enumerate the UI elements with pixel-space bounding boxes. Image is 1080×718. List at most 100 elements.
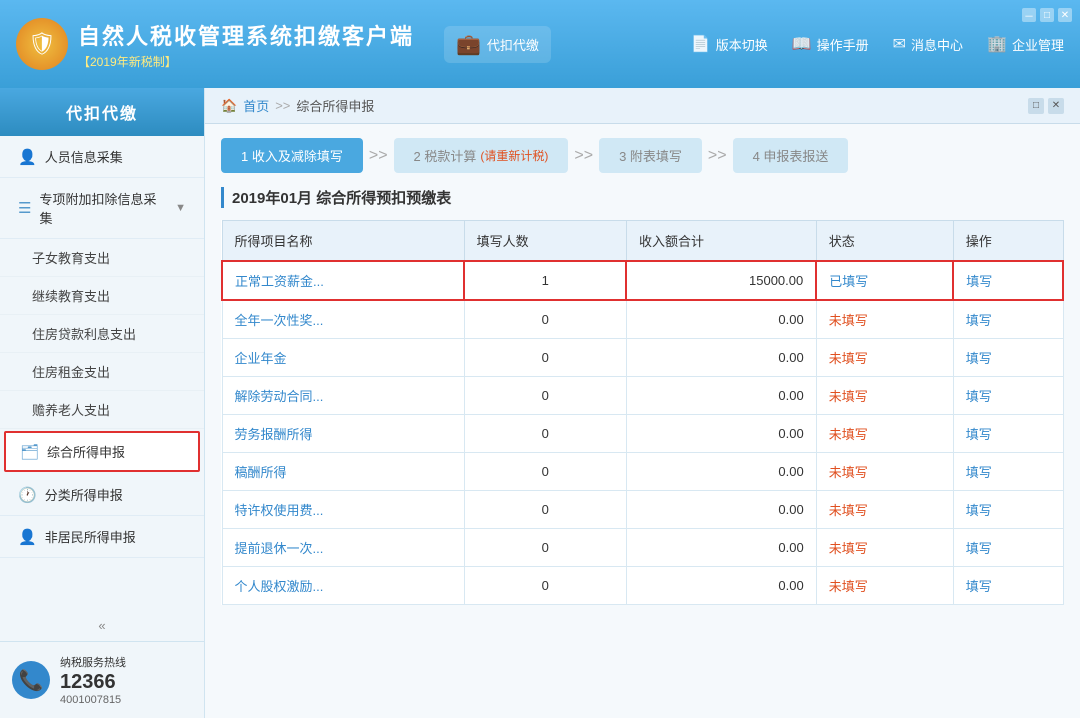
item-name-link[interactable]: 个人股权激励... <box>235 579 324 594</box>
status-badge: 未填写 <box>829 313 868 328</box>
nav-enterprise-label: 企业管理 <box>1012 35 1064 54</box>
action-fill-button[interactable]: 填写 <box>966 389 992 404</box>
nav-version-switch[interactable]: 📄 版本切换 <box>691 34 768 54</box>
sidebar-item-comprehensive[interactable]: 🗂 综合所得申报 <box>4 431 200 472</box>
close-button[interactable]: ✕ <box>1058 8 1072 22</box>
step3-button[interactable]: 3 附表填写 <box>599 138 702 173</box>
cell-action: 填写 <box>953 339 1063 377</box>
sidebar-menu: 👤 人员信息采集 ☰ 专项附加扣除信息采集 ▼ 子女教育支出 继续教育支出 住房… <box>0 136 204 610</box>
step1-button[interactable]: 1 收入及减除填写 <box>221 138 363 173</box>
main-content: 🏠 首页 >> 综合所得申报 □ ✕ 1 收入及减除填写 >> 2 税款计算 (… <box>205 88 1080 718</box>
step3-label: 3 附表填写 <box>619 146 682 165</box>
action-fill-button[interactable]: 填写 <box>966 274 992 289</box>
status-badge: 未填写 <box>829 541 868 556</box>
step-sep2: >> <box>572 147 595 165</box>
cell-name: 特许权使用费... <box>222 491 464 529</box>
nav-manual[interactable]: 📖 操作手册 <box>792 34 869 54</box>
app-sub-title: 【2019年新税制】 <box>78 53 414 70</box>
breadcrumb-sep1: >> <box>275 98 290 113</box>
table-title: 2019年01月 综合所得预扣预缴表 <box>221 187 1064 208</box>
status-badge: 未填写 <box>829 579 868 594</box>
cell-name: 稿酬所得 <box>222 453 464 491</box>
step4-button[interactable]: 4 申报表报送 <box>733 138 849 173</box>
cell-amount: 15000.00 <box>626 261 816 300</box>
person-icon: 👤 <box>18 148 37 166</box>
cell-amount: 0.00 <box>626 415 816 453</box>
action-fill-button[interactable]: 填写 <box>966 427 992 442</box>
clock-icon: 🕐 <box>18 486 37 504</box>
income-table: 所得项目名称 填写人数 收入额合计 状态 操作 正常工资薪金... 1 1500… <box>221 220 1064 605</box>
sidebar-item-elder-care[interactable]: 赡养老人支出 <box>0 391 204 429</box>
content-close-button[interactable]: ✕ <box>1048 98 1064 114</box>
action-fill-button[interactable]: 填写 <box>966 503 992 518</box>
action-fill-button[interactable]: 填写 <box>966 541 992 556</box>
sidebar-submenu-special: 子女教育支出 继续教育支出 住房贷款利息支出 住房租金支出 赡养老人支出 <box>0 239 204 429</box>
cell-count: 0 <box>464 415 626 453</box>
nav-messages[interactable]: ✉ 消息中心 <box>893 34 963 54</box>
cell-status: 未填写 <box>816 453 953 491</box>
status-badge: 未填写 <box>829 351 868 366</box>
sidebar-header: 代扣代缴 <box>0 88 204 136</box>
cell-status: 已填写 <box>816 261 953 300</box>
action-fill-button[interactable]: 填写 <box>966 465 992 480</box>
collapse-icon: « <box>98 618 105 633</box>
sidebar-item-housing-loan[interactable]: 住房贷款利息支出 <box>0 315 204 353</box>
sidebar-item-child-edu[interactable]: 子女教育支出 <box>0 239 204 277</box>
cell-count: 0 <box>464 567 626 605</box>
manual-icon: 📖 <box>792 34 812 54</box>
cell-action: 填写 <box>953 529 1063 567</box>
cell-action: 填写 <box>953 491 1063 529</box>
chevron-down-icon: ▼ <box>175 202 186 214</box>
step2-label: 2 税款计算 <box>414 146 477 165</box>
table-row: 特许权使用费... 0 0.00 未填写 填写 <box>222 491 1063 529</box>
sidebar-item-classified[interactable]: 🕐 分类所得申报 <box>0 474 204 516</box>
nav-manual-label: 操作手册 <box>817 35 869 54</box>
cell-action: 填写 <box>953 567 1063 605</box>
step2-warning: (请重新计税) <box>480 147 548 164</box>
status-badge: 未填写 <box>829 427 868 442</box>
col-header-amount: 收入额合计 <box>626 221 816 262</box>
item-name-link[interactable]: 解除劳动合同... <box>235 389 324 404</box>
breadcrumb-home[interactable]: 首页 <box>243 96 269 115</box>
action-fill-button[interactable]: 填写 <box>966 351 992 366</box>
sidebar-item-housing-rent[interactable]: 住房租金支出 <box>0 353 204 391</box>
item-name-link[interactable]: 稿酬所得 <box>235 465 287 480</box>
minimize-button[interactable]: － <box>1022 8 1036 22</box>
list-icon: ☰ <box>18 199 31 217</box>
cell-amount: 0.00 <box>626 453 816 491</box>
sidebar-collapse-button[interactable]: « <box>0 610 204 641</box>
action-fill-button[interactable]: 填写 <box>966 313 992 328</box>
item-name-link[interactable]: 企业年金 <box>235 351 287 366</box>
cell-count: 0 <box>464 339 626 377</box>
action-fill-button[interactable]: 填写 <box>966 579 992 594</box>
table-row: 正常工资薪金... 1 15000.00 已填写 填写 <box>222 261 1063 300</box>
cell-name: 正常工资薪金... <box>222 261 464 300</box>
nav-enterprise[interactable]: 🏢 企业管理 <box>987 34 1064 54</box>
cell-count: 0 <box>464 491 626 529</box>
cell-status: 未填写 <box>816 529 953 567</box>
cell-amount: 0.00 <box>626 300 816 339</box>
table-area: 2019年01月 综合所得预扣预缴表 所得项目名称 填写人数 收入额合计 状态 … <box>205 187 1080 718</box>
cell-name: 解除劳动合同... <box>222 377 464 415</box>
table-header: 所得项目名称 填写人数 收入额合计 状态 操作 <box>222 221 1063 262</box>
sidebar-item-special-deduct[interactable]: ☰ 专项附加扣除信息采集 ▼ <box>0 178 204 239</box>
maximize-button[interactable]: □ <box>1040 8 1054 22</box>
item-name-link[interactable]: 特许权使用费... <box>235 503 324 518</box>
sidebar-item-non-resident[interactable]: 👤 非居民所得申报 <box>0 516 204 558</box>
item-name-link[interactable]: 劳务报酬所得 <box>235 427 313 442</box>
hotline-info: 纳税服务热线 12366 4001007815 <box>60 654 126 706</box>
wallet-icon: 💼 <box>456 32 481 57</box>
item-name-link[interactable]: 全年一次性奖... <box>235 313 324 328</box>
item-name-link[interactable]: 正常工资薪金... <box>235 274 324 289</box>
cell-name: 提前退休一次... <box>222 529 464 567</box>
sidebar-item-continuing-edu[interactable]: 继续教育支出 <box>0 277 204 315</box>
content-maximize-button[interactable]: □ <box>1028 98 1044 114</box>
sidebar-item-staff-info[interactable]: 👤 人员信息采集 <box>0 136 204 178</box>
table-row: 劳务报酬所得 0 0.00 未填写 填写 <box>222 415 1063 453</box>
step2-button[interactable]: 2 税款计算 (请重新计税) <box>394 138 569 173</box>
breadcrumb-current: 综合所得申报 <box>296 96 374 115</box>
cell-action: 填写 <box>953 261 1063 300</box>
item-name-link[interactable]: 提前退休一次... <box>235 541 324 556</box>
layers-icon: 🗂 <box>20 443 39 461</box>
table-row: 个人股权激励... 0 0.00 未填写 填写 <box>222 567 1063 605</box>
